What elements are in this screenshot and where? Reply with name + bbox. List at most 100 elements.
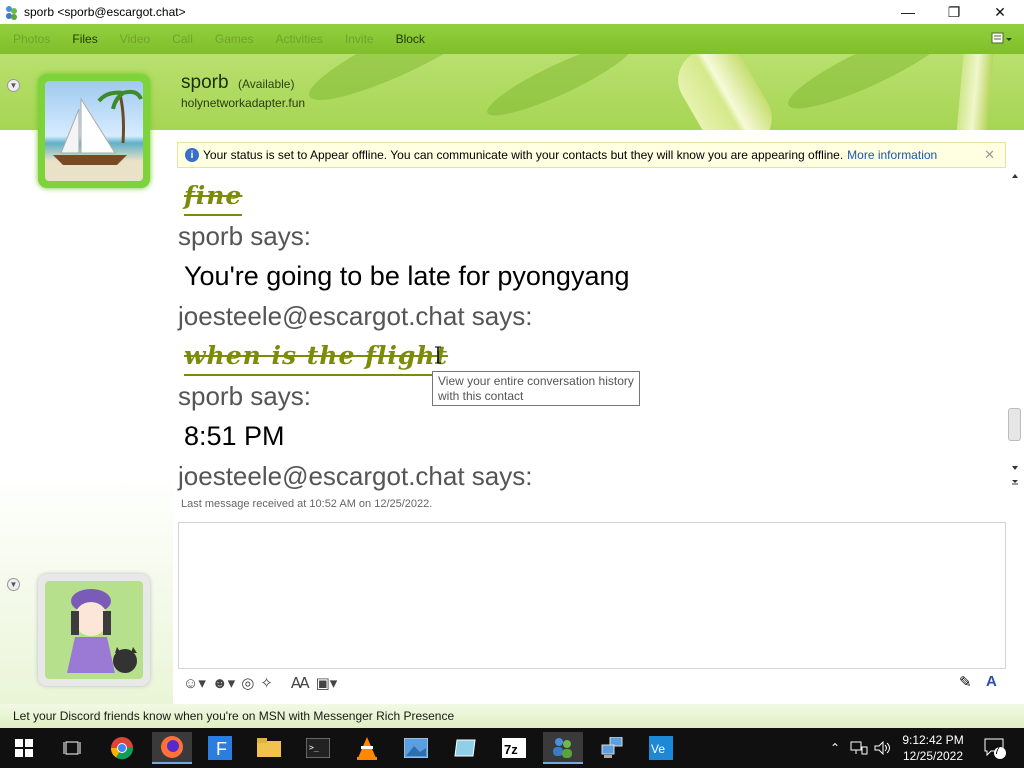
action-center-button[interactable]: 7 xyxy=(980,728,1010,768)
wink-icon[interactable]: ☻▾ xyxy=(212,674,235,692)
clock[interactable]: 9:12:42 PM 12/25/2022 xyxy=(890,732,976,764)
network-icon[interactable] xyxy=(848,728,870,768)
message-text: when is the flight xyxy=(177,336,1006,376)
show-hidden-icons[interactable]: ⌃ xyxy=(826,728,844,768)
taskbar-app-f[interactable]: F xyxy=(200,732,240,764)
info-text: Your status is set to Appear offline. Yo… xyxy=(203,148,844,162)
message-text: 8:51 PM xyxy=(184,421,285,451)
menu-invite[interactable]: Invite xyxy=(345,32,374,46)
taskbar-network-app[interactable] xyxy=(592,732,632,764)
leaf-decoration xyxy=(780,54,960,122)
messenger-icon xyxy=(6,6,17,20)
taskbar-app-blue[interactable] xyxy=(445,732,485,764)
bamboo-decoration xyxy=(667,54,783,130)
menu-files[interactable]: Files xyxy=(72,32,97,46)
messenger-people-icon xyxy=(553,738,572,758)
scrollbar-thumb[interactable] xyxy=(1008,408,1021,441)
glass-icon xyxy=(454,739,476,757)
nudge-icon[interactable]: ◎ xyxy=(241,674,254,692)
last-message-timestamp: Last message received at 10:52 AM on 12/… xyxy=(181,498,433,510)
background-icon[interactable]: ▣▾ xyxy=(316,674,338,692)
tooltip-line: with this contact xyxy=(438,389,524,403)
close-button[interactable]: ✕ xyxy=(977,0,1023,24)
collapse-contact-pic-button[interactable]: ▼ xyxy=(7,79,20,92)
start-button[interactable] xyxy=(4,732,44,764)
compose-toolbar: ☺▾ ☻▾ ◎ ✧ Ꜳ ▣▾ ✎ A xyxy=(177,670,1006,695)
message-text: You're going to be late for pyongyang xyxy=(184,261,630,291)
message-sender: joesteele@escargot.chat says: xyxy=(178,461,533,491)
task-view-icon xyxy=(63,741,81,755)
f-app-icon: F xyxy=(208,736,232,760)
firefox-icon xyxy=(161,736,183,758)
menu-bar: Photos Files Video Call Games Activities… xyxy=(0,24,1024,54)
taskbar-terminal[interactable]: >_ xyxy=(298,732,338,764)
taskbar-messenger[interactable] xyxy=(543,732,583,764)
clock-time: 9:12:42 PM xyxy=(902,733,964,747)
restore-button[interactable]: ❐ xyxy=(931,0,977,24)
font-icon[interactable]: A xyxy=(986,673,997,690)
handwriting-icon[interactable]: ✎ xyxy=(959,673,972,691)
notification-count: 7 xyxy=(994,745,1001,757)
text-cursor-icon xyxy=(435,346,441,364)
close-infobar-icon[interactable]: ✕ xyxy=(984,147,995,163)
taskbar-vlc[interactable] xyxy=(347,732,387,764)
menu-games[interactable]: Games xyxy=(215,32,254,46)
taskbar-photos[interactable] xyxy=(396,732,436,764)
taskbar: F >_ 7z Ve ⌃ 9:12:42 PM 12/25/2022 7 xyxy=(0,728,1024,768)
menu-activities[interactable]: Activities xyxy=(276,32,323,46)
menu-call[interactable]: Call xyxy=(172,32,193,46)
history-tooltip: View your entire conversation history wi… xyxy=(432,371,640,406)
network-computers-icon xyxy=(601,737,623,758)
minimize-button[interactable]: — xyxy=(885,0,931,24)
voice-clip-icon[interactable]: ✧ xyxy=(260,674,273,692)
taskbar-vscode[interactable]: Ve xyxy=(641,732,681,764)
contact-status: (Available) xyxy=(238,77,295,91)
window-title: sporb <sporb@escargot.chat> xyxy=(24,5,186,19)
contact-personal-message: holynetworkadapter.fun xyxy=(181,96,306,110)
more-information-link[interactable]: More information xyxy=(847,148,937,162)
advertisement-bar[interactable]: Let your Discord friends know when you'r… xyxy=(0,704,1024,728)
title-bar: sporb <sporb@escargot.chat> xyxy=(0,0,1024,24)
message-input[interactable] xyxy=(178,522,1006,669)
conversation-history[interactable]: fine sporb says: You're going to be late… xyxy=(177,170,1006,514)
taskbar-7zip[interactable]: 7z xyxy=(494,732,534,764)
clock-date: 12/25/2022 xyxy=(902,749,964,763)
show-menu-icon[interactable] xyxy=(990,30,1014,48)
svg-text:>_: >_ xyxy=(309,743,319,752)
leaf-decoration xyxy=(481,54,639,127)
spell-check-icon[interactable]: Ꜳ xyxy=(291,674,310,692)
emoticon-icon[interactable]: ☺▾ xyxy=(183,674,206,692)
svg-text:7z: 7z xyxy=(504,742,518,757)
svg-text:F: F xyxy=(216,739,227,759)
message-text: fine xyxy=(177,176,1006,216)
picture-icon xyxy=(404,738,428,758)
terminal-icon: >_ xyxy=(306,738,330,758)
contact-avatar[interactable] xyxy=(38,74,150,188)
taskbar-chrome[interactable] xyxy=(102,732,142,764)
vs-icon: Ve xyxy=(649,736,673,760)
leaf-decoration xyxy=(300,54,500,115)
windows-icon xyxy=(15,739,33,757)
taskbar-explorer[interactable] xyxy=(249,732,289,764)
contact-header xyxy=(0,54,1024,130)
menu-video[interactable]: Video xyxy=(120,32,150,46)
info-icon: i xyxy=(185,148,199,162)
message-fancy: when is the flight xyxy=(184,336,449,376)
my-avatar[interactable] xyxy=(38,574,150,686)
status-info-bar: i Your status is set to Appear offline. … xyxy=(177,142,1006,168)
ethernet-icon xyxy=(850,741,868,755)
folder-icon xyxy=(257,738,281,757)
7zip-icon: 7z xyxy=(502,738,526,758)
bamboo-decoration xyxy=(954,54,996,130)
taskbar-firefox[interactable] xyxy=(152,732,192,764)
menu-block[interactable]: Block xyxy=(396,32,425,46)
task-view-button[interactable] xyxy=(52,732,92,764)
menu-photos[interactable]: Photos xyxy=(13,32,50,46)
girl-cat-picture xyxy=(67,589,137,673)
conversation-scrollbar[interactable] xyxy=(1008,170,1022,492)
message-sender: joesteele@escargot.chat says: xyxy=(178,301,533,331)
svg-text:Ve: Ve xyxy=(651,742,665,756)
scrollbar-arrows-icon xyxy=(1012,174,1018,485)
collapse-my-pic-button[interactable]: ▼ xyxy=(7,578,20,591)
sailboat-picture xyxy=(53,89,143,165)
